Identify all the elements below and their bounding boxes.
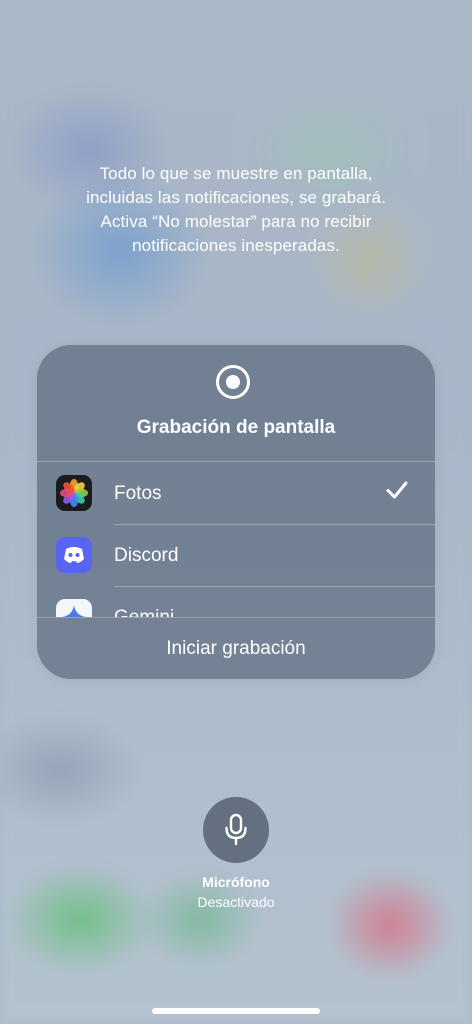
gemini-app-icon [56,599,92,617]
app-label: Fotos [114,483,162,504]
row-divider [114,524,435,525]
microphone-label: Micrófono [202,874,270,890]
app-row-fotos[interactable]: Fotos [37,461,435,524]
record-icon [216,365,250,399]
start-recording-button[interactable]: Iniciar grabación [37,617,435,679]
app-list: Fotos Discord Gemini [37,461,435,617]
app-row-gemini[interactable]: Gemini [37,586,435,617]
notice-line: Activa “No molestar” para no recibir [100,212,372,231]
app-label: Discord [114,545,179,566]
checkmark-icon [385,478,409,507]
app-row-discord[interactable]: Discord [37,524,435,586]
photos-app-icon [56,475,92,511]
microphone-toggle-button[interactable] [203,797,269,863]
notice-line: Todo lo que se muestre en pantalla, [99,164,373,183]
notice-line: notificaciones inesperadas. [132,236,340,255]
panel-title: Grabación de pantalla [136,417,336,438]
recording-notice: Todo lo que se muestre en pantalla, incl… [40,162,432,258]
home-indicator[interactable] [152,1008,320,1014]
discord-app-icon [56,537,92,573]
microphone-status: Desactivado [197,894,275,910]
screen-recording-panel: Grabación de pantalla Fotos Discord Inic… [37,345,435,679]
microphone-icon [225,813,247,846]
row-divider [114,586,435,587]
app-label: Gemini [114,607,174,617]
notice-line: incluidas las notificaciones, se grabará… [86,188,386,207]
